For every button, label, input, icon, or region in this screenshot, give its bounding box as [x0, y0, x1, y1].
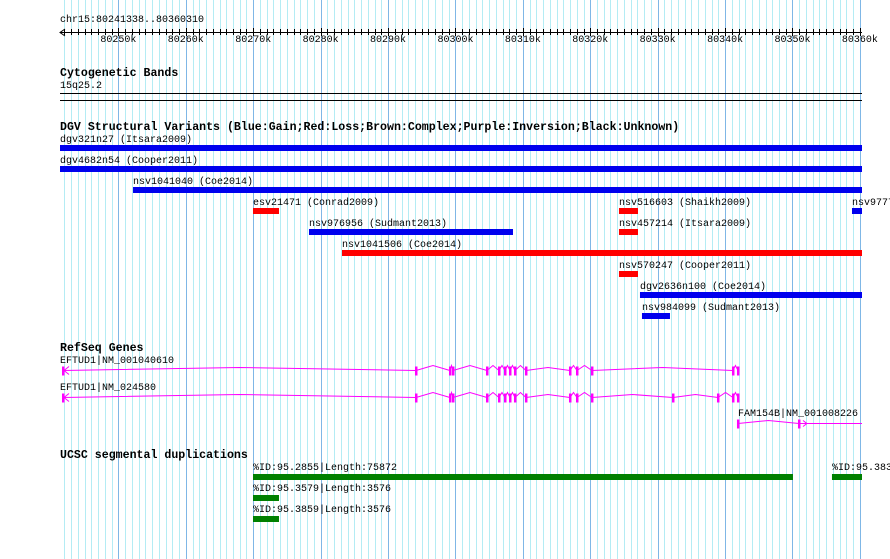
exon: [513, 366, 517, 376]
ruler-tick-label: 80300k: [437, 35, 474, 46]
intron-line: [452, 364, 488, 371]
exon: [503, 393, 507, 403]
exon: [414, 366, 418, 376]
exon: [451, 393, 455, 403]
exon: [448, 366, 452, 376]
exon: [497, 393, 501, 403]
intron-line: [717, 391, 734, 398]
exon: [736, 419, 740, 429]
ruler-tick-label: 80270k: [235, 35, 272, 46]
segdup-label[interactable]: %ID:95.2855|Length:75872: [253, 463, 397, 474]
exon: [524, 393, 528, 403]
exon: [503, 366, 507, 376]
exon: [736, 366, 740, 376]
exon: [568, 366, 572, 376]
exon: [508, 393, 512, 403]
ruler-tick-label: 80280k: [302, 35, 339, 46]
exon: [575, 366, 579, 376]
gene-label[interactable]: EFTUD1|NM_024580: [60, 383, 156, 394]
intron-line: [486, 364, 500, 371]
ruler-tick-label: 80260k: [167, 35, 204, 46]
exon: [414, 393, 418, 403]
dgv-feature-label[interactable]: nsv1041506 (Coe2014): [342, 240, 462, 251]
segdup-label[interactable]: %ID:95.383: [832, 463, 890, 474]
intron-line: [672, 393, 719, 398]
segdup-feature[interactable]: [831, 474, 862, 480]
dgv-feature-label[interactable]: dgv321n27 (Itsara2009): [60, 135, 192, 146]
intron-line: [514, 391, 527, 398]
exon: [448, 393, 452, 403]
intron-line: [415, 391, 451, 398]
ruler-tick-label: 80330k: [639, 35, 676, 46]
dgv-feature-label[interactable]: nsv984099 (Sudmant2013): [642, 303, 780, 314]
exon: [568, 393, 572, 403]
exon: [497, 366, 501, 376]
exon: [508, 366, 512, 376]
exon: [731, 366, 735, 376]
segdup-feature[interactable]: [252, 495, 279, 501]
dgv-feature-label[interactable]: nsv976956 (Sudmant2013): [309, 219, 447, 230]
dgv-feature-label[interactable]: nsv570247 (Cooper2011): [619, 261, 751, 272]
segdup-feature[interactable]: [252, 474, 793, 480]
dgv-feature-label[interactable]: esv21471 (Conrad2009): [253, 198, 379, 209]
exon: [716, 393, 720, 403]
exon: [485, 366, 489, 376]
exon: [513, 393, 517, 403]
intron-line: [486, 391, 500, 398]
intron-line: [62, 366, 416, 371]
ruler-tick-label: 80290k: [370, 35, 407, 46]
exon: [590, 393, 594, 403]
intron-line: [514, 364, 527, 371]
exon: [451, 366, 455, 376]
exon: [485, 393, 489, 403]
intron-line: [525, 366, 571, 371]
exon: [524, 366, 528, 376]
intron-line: [62, 393, 416, 398]
intron-line: [591, 366, 733, 371]
exon: [590, 366, 594, 376]
ruler-tick-label: 80350k: [774, 35, 811, 46]
dgv-feature-label[interactable]: nsv457214 (Itsara2009): [619, 219, 751, 230]
intron-line: [576, 391, 593, 398]
genome-browser-panel: chr15:80241338..80360310 Cytogenetic Ban…: [0, 0, 890, 559]
dgv-feature-label[interactable]: nsv1041040 (Coe2014): [133, 177, 253, 188]
dgv-feature-label[interactable]: dgv4682n54 (Cooper2011): [60, 156, 198, 167]
exon: [731, 393, 735, 403]
exon: [575, 393, 579, 403]
gene-label[interactable]: EFTUD1|NM_001040610: [60, 356, 174, 367]
intron-line: [576, 364, 593, 371]
segdup-label[interactable]: %ID:95.3859|Length:3576: [253, 505, 391, 516]
dgv-feature-label[interactable]: nsv9777: [852, 198, 890, 209]
feature-layer: [60, 93, 863, 522]
intron-line: [525, 393, 571, 398]
ruler-tick-label: 80320k: [572, 35, 609, 46]
intron-line: [452, 391, 488, 398]
ruler-tick-label: 80310k: [504, 35, 541, 46]
intron-line: [415, 364, 451, 371]
intron-line: [591, 393, 674, 398]
intron-line: [737, 419, 800, 424]
ruler-tick-label: 80360k: [841, 35, 878, 46]
gene-label[interactable]: FAM154B|NM_001008226: [738, 409, 858, 420]
exon: [736, 393, 740, 403]
ruler-tick-label: 80340k: [707, 35, 744, 46]
ruler-tick-label: 80250k: [100, 35, 137, 46]
segdup-feature[interactable]: [252, 516, 279, 522]
dgv-feature-label[interactable]: dgv2636n100 (Coe2014): [640, 282, 766, 293]
segdup-label[interactable]: %ID:95.3579|Length:3576: [253, 484, 391, 495]
exon: [671, 393, 675, 403]
dgv-feature-label[interactable]: nsv516603 (Shaikh2009): [619, 198, 751, 209]
